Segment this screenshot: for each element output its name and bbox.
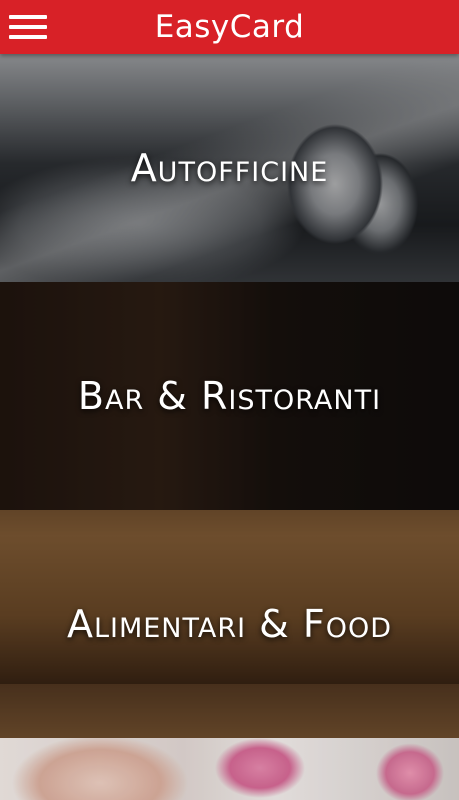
category-tile-partial[interactable] — [0, 738, 459, 800]
category-label: Alimentari & Food — [66, 602, 393, 646]
app-bar: EasyCard — [0, 0, 459, 54]
hamburger-menu-icon[interactable] — [9, 12, 47, 42]
category-label: Bar & Ristoranti — [77, 374, 382, 418]
category-tile-alimentari-food[interactable]: Alimentari & Food — [0, 510, 459, 738]
app-title: EasyCard — [154, 9, 305, 45]
category-label: Autofficine — [130, 146, 329, 190]
menu-line — [9, 25, 47, 29]
menu-line — [9, 35, 47, 39]
menu-line — [9, 15, 47, 19]
category-tile-bar-ristoranti[interactable]: Bar & Ristoranti — [0, 282, 459, 510]
category-tile-autofficine[interactable]: Autofficine — [0, 54, 459, 282]
